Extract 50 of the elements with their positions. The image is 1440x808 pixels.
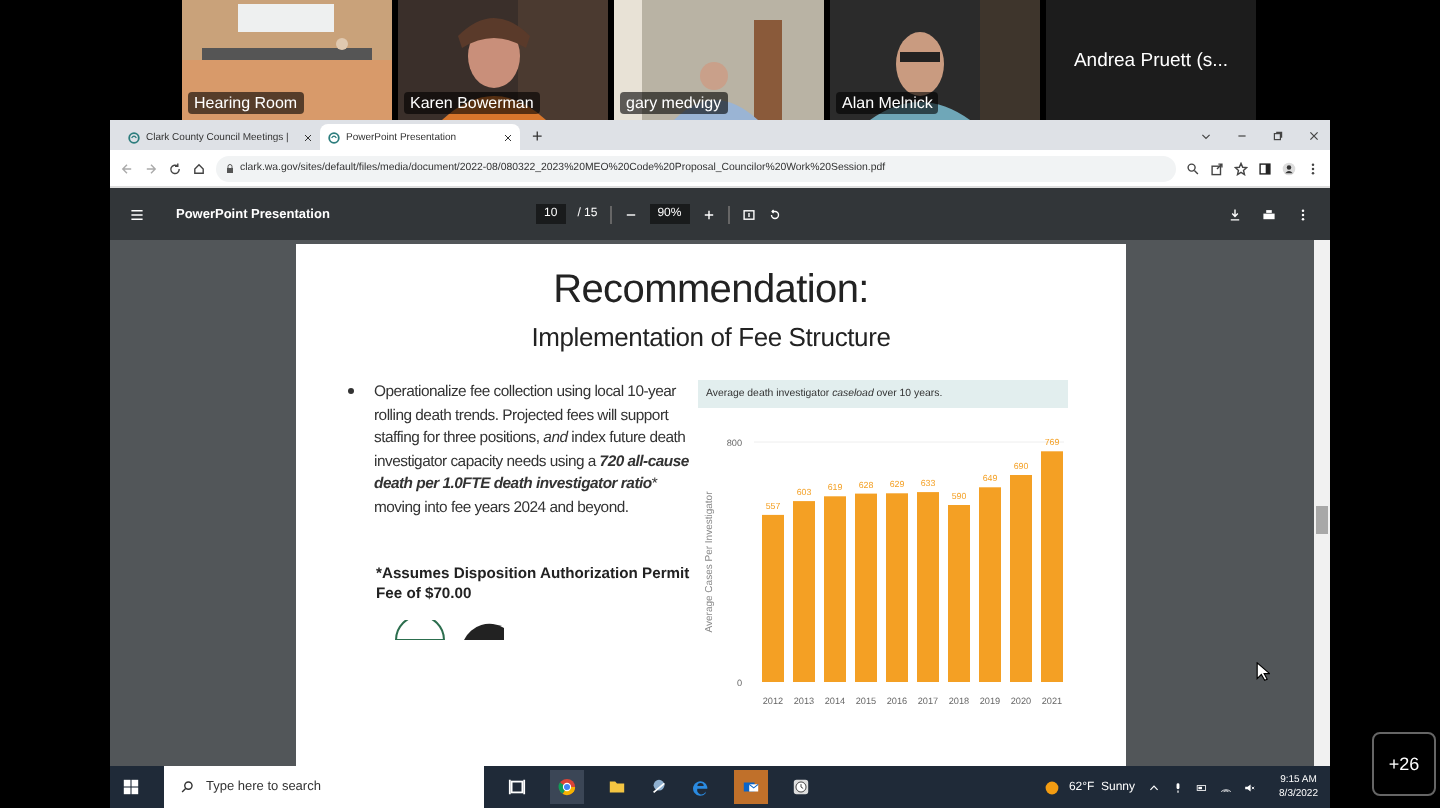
windows-icon[interactable] (122, 778, 140, 796)
clock-icon[interactable] (792, 778, 810, 796)
battery-icon[interactable] (1195, 781, 1208, 793)
network-globe-icon[interactable] (650, 778, 668, 796)
participant-name: Hearing Room (188, 92, 304, 114)
fit-page-icon[interactable] (741, 207, 756, 221)
share-icon[interactable] (1210, 161, 1224, 175)
chrome-icon[interactable] (550, 770, 584, 804)
more-icon[interactable] (1306, 161, 1320, 175)
task-view-icon[interactable] (508, 778, 526, 796)
menu-icon[interactable] (130, 207, 144, 221)
globe-icon (328, 131, 340, 143)
more-participants-button[interactable]: +26 (1372, 732, 1436, 796)
scrollbar[interactable] (1314, 240, 1330, 766)
close-icon[interactable] (304, 133, 312, 141)
chevron-down-icon[interactable] (1200, 129, 1212, 141)
sun-icon (1044, 779, 1061, 795)
search-icon (180, 780, 194, 794)
chevron-up-icon[interactable] (1147, 781, 1160, 793)
cursor-icon (1256, 662, 1270, 682)
lock-icon (226, 163, 234, 173)
participant-name: Andrea Pruett (s... (1073, 49, 1229, 71)
sidebar-icon[interactable] (1258, 161, 1272, 175)
download-icon[interactable] (1228, 207, 1242, 221)
restore-icon[interactable] (1272, 129, 1284, 141)
profile-icon[interactable] (1282, 161, 1296, 175)
rotate-icon[interactable] (767, 207, 782, 221)
reload-icon[interactable] (168, 161, 182, 175)
edge-browser-icon[interactable] (692, 778, 710, 796)
close-icon[interactable] (504, 133, 512, 141)
participant-name: Alan Melnick (836, 92, 939, 114)
folder-icon[interactable] (608, 778, 626, 796)
mail-icon[interactable] (734, 770, 768, 804)
participant-name: gary medvigy (620, 92, 728, 114)
search-icon[interactable] (1186, 161, 1200, 175)
zoom-in-icon[interactable] (701, 207, 716, 221)
slide-title: Recommendation: (553, 268, 869, 314)
minimize-icon[interactable] (1236, 129, 1248, 141)
bullet-icon (348, 388, 354, 394)
home-icon[interactable] (192, 161, 206, 175)
participant-name: Karen Bowerman (404, 92, 540, 114)
microphone-icon[interactable] (1171, 781, 1184, 793)
star-icon[interactable] (1234, 161, 1248, 175)
print-icon[interactable] (1262, 207, 1276, 221)
speaker-muted-icon[interactable] (1243, 781, 1256, 793)
more-icon[interactable] (1296, 207, 1310, 221)
slide-subtitle: Implementation of Fee Structure (531, 322, 891, 352)
globe-icon (128, 131, 140, 143)
close-icon[interactable] (1308, 129, 1320, 141)
new-tab-button[interactable]: + (532, 124, 543, 148)
